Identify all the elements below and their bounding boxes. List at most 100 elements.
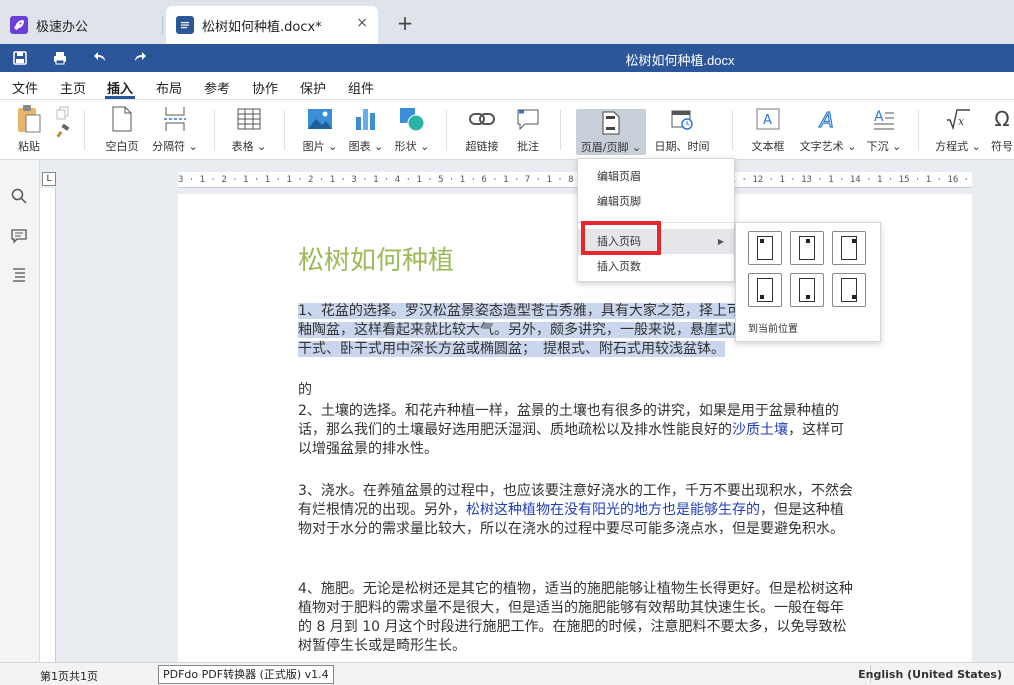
- page-number-top-center-icon[interactable]: [790, 231, 824, 265]
- document-heading[interactable]: 松树如何种植: [298, 240, 454, 277]
- table-button[interactable]: 表格 ⌄: [230, 104, 268, 154]
- highlight-box: [581, 221, 661, 255]
- app-tab-bar: 极速办公 松树如何种植.docx* × +: [0, 0, 1014, 44]
- page-number-bottom-right-icon[interactable]: [832, 273, 866, 307]
- textbox-icon: A: [748, 104, 788, 134]
- ribbon-separator: [732, 110, 733, 150]
- symbol-button[interactable]: Ω 符号: [990, 104, 1014, 154]
- menu-item-edit-footer[interactable]: 编辑页脚: [578, 189, 734, 214]
- horizontal-ruler[interactable]: 3 · 1 · 2 · 1 · 1 · 1 · 2 · 1 · 3 · 1 · …: [178, 172, 972, 188]
- rocket-icon: [10, 16, 28, 34]
- paragraph-3[interactable]: 3、浇水。在养殖盆景的过程中，也应该要注意好浇水的工作，千万不要出现积水，不然会…: [298, 482, 854, 539]
- redo-icon[interactable]: [130, 48, 150, 68]
- menu-item-current-position[interactable]: 到当前位置: [748, 320, 798, 335]
- page-number-submenu: 到当前位置: [735, 222, 881, 342]
- menu-item-insert-page-count[interactable]: 插入页数: [578, 254, 734, 279]
- language-selector[interactable]: English (United States): [858, 668, 1002, 681]
- page-number-top-left-icon[interactable]: [748, 231, 782, 265]
- link-sandy-soil[interactable]: 沙质土壤: [732, 422, 788, 438]
- format-painter-button[interactable]: [52, 104, 74, 140]
- chevron-down-icon: ⌄: [374, 140, 384, 153]
- converter-label[interactable]: PDFdo PDF转换器 (正式版) v1.4: [158, 665, 334, 684]
- document-icon: [176, 16, 194, 34]
- ribbon-separator: [214, 110, 215, 150]
- comment-button[interactable]: 批注: [510, 104, 546, 154]
- comment-icon: [510, 104, 546, 134]
- date-time-button[interactable]: 日期、时间: [652, 104, 712, 154]
- textart-button[interactable]: A 文字艺术 ⌄: [798, 104, 858, 154]
- equation-icon: x: [932, 104, 984, 134]
- textbox-button[interactable]: A 文本框: [748, 104, 788, 154]
- tab-home[interactable]: 主页: [60, 78, 86, 97]
- vertical-ruler[interactable]: [40, 188, 56, 662]
- equation-button[interactable]: x 方程式 ⌄: [932, 104, 984, 154]
- tab-document[interactable]: 松树如何种植.docx* ×: [166, 6, 378, 44]
- close-icon[interactable]: ×: [356, 15, 368, 31]
- print-icon[interactable]: [50, 48, 70, 68]
- tab-references[interactable]: 参考: [204, 78, 230, 97]
- title-bar: 松树如何种植.docx: [0, 44, 1014, 72]
- chevron-down-icon: ⌄: [420, 140, 430, 153]
- svg-text:A: A: [763, 113, 772, 128]
- link-pine-shade[interactable]: 松树这种植物在没有阳光的地方也是能够生存的: [466, 502, 760, 518]
- dropcap-button[interactable]: A 下沉 ⌄: [864, 104, 904, 154]
- image-button[interactable]: 图片 ⌄: [300, 104, 340, 154]
- navigation-icon[interactable]: [11, 266, 29, 284]
- blank-page-icon: [100, 104, 144, 134]
- shape-button[interactable]: 形状 ⌄: [392, 104, 432, 154]
- tab-layout[interactable]: 布局: [156, 78, 182, 97]
- chevron-down-icon: ⌄: [971, 140, 981, 153]
- textbox-label: 文本框: [751, 140, 785, 153]
- tab-protect[interactable]: 保护: [300, 78, 326, 97]
- header-footer-menu: 编辑页眉 编辑页脚 插入页码 ▶ 插入页数: [577, 158, 735, 282]
- svg-text:A: A: [874, 109, 884, 125]
- svg-text:x: x: [958, 115, 965, 128]
- ribbon-separator: [284, 110, 285, 150]
- paragraph-1-tail[interactable]: 的: [298, 381, 854, 400]
- ruler-scale: 3 · 1 · 2 · 1 · 1 · 1 · 2 · 1 · 3 · 1 · …: [178, 175, 972, 185]
- search-icon[interactable]: [11, 188, 29, 206]
- page-number-bottom-center-icon[interactable]: [790, 273, 824, 307]
- hyperlink-button[interactable]: 超链接: [462, 104, 502, 154]
- page-number-bottom-left-icon[interactable]: [748, 273, 782, 307]
- comment-label: 批注: [517, 140, 539, 153]
- active-tab-indicator: [105, 96, 135, 99]
- ribbon-separator: [560, 110, 561, 150]
- tab-document-label: 松树如何种植.docx*: [202, 19, 322, 35]
- undo-icon[interactable]: [90, 48, 110, 68]
- insert-ribbon: 粘贴 空白页 分隔符 ⌄ 表格 ⌄ 图片 ⌄ 图表 ⌄ 形状 ⌄ 超链接 批注 …: [0, 100, 1014, 160]
- paste-button[interactable]: 粘贴: [10, 104, 48, 154]
- chevron-down-icon: ⌄: [632, 141, 642, 154]
- header-footer-button[interactable]: 页眉/页脚 ⌄: [576, 109, 646, 155]
- chevron-down-icon: ⌄: [328, 140, 338, 153]
- ribbon-separator: [84, 110, 85, 150]
- menu-bar: 文件 主页 插入 布局 参考 协作 保护 组件: [0, 72, 1014, 100]
- comments-icon[interactable]: [11, 228, 29, 246]
- header-footer-label: 页眉/页脚: [580, 141, 629, 154]
- left-sidebar: [0, 160, 40, 662]
- link-icon: [462, 104, 502, 134]
- tab-file[interactable]: 文件: [12, 78, 38, 97]
- dropcap-icon: A: [864, 104, 904, 134]
- tab-stop-selector[interactable]: L: [42, 172, 56, 186]
- page-number-top-right-icon[interactable]: [832, 231, 866, 265]
- paste-icon: [10, 104, 48, 134]
- new-tab-button[interactable]: +: [394, 11, 416, 35]
- tab-app-home[interactable]: 极速办公: [0, 6, 160, 44]
- paragraph-4[interactable]: 4、施肥。无论是松树还是其它的植物，适当的施肥能够让植物生长得更好。但是松树这种…: [298, 580, 854, 656]
- window-title: 松树如何种植.docx: [625, 53, 735, 68]
- chart-button[interactable]: 图表 ⌄: [346, 104, 386, 154]
- chevron-down-icon: ⌄: [188, 140, 198, 153]
- tab-plugins[interactable]: 组件: [348, 78, 374, 97]
- chart-label: 图表: [348, 140, 371, 153]
- paragraph-2[interactable]: 2、土壤的选择。和花卉种植一样，盆景的土壤也有很多的讲究，如果是用于盆景种植的话…: [298, 402, 854, 459]
- menu-item-edit-header[interactable]: 编辑页眉: [578, 164, 734, 189]
- table-icon: [230, 104, 268, 134]
- separator-button[interactable]: 分隔符 ⌄: [150, 104, 200, 154]
- tab-insert[interactable]: 插入: [107, 78, 133, 97]
- tab-collaborate[interactable]: 协作: [252, 78, 278, 97]
- blank-page-button[interactable]: 空白页: [100, 104, 144, 154]
- save-icon[interactable]: [10, 48, 30, 68]
- textart-icon: A: [798, 104, 858, 134]
- page-count: 第1页共1页: [40, 670, 98, 683]
